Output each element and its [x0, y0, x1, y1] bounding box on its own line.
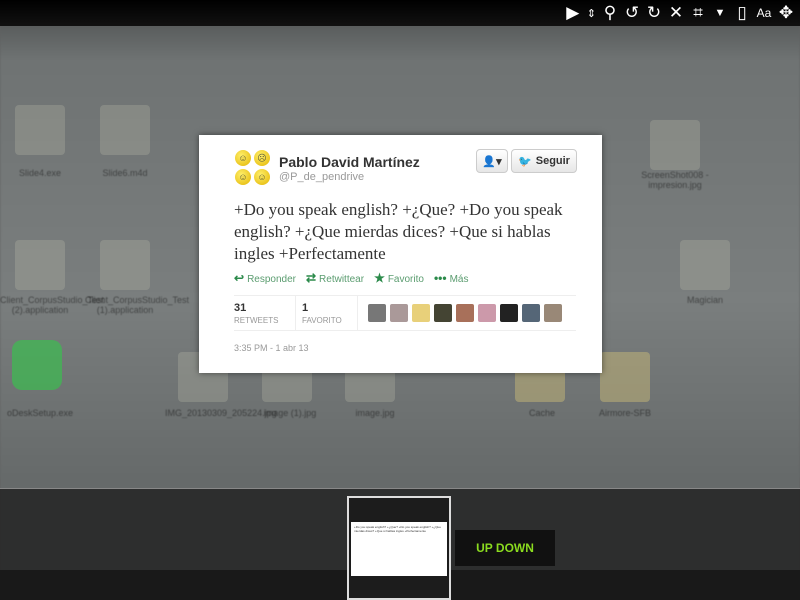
zoom-arrows-icon[interactable]: ⇕ [587, 7, 596, 20]
user-avatar[interactable] [434, 304, 452, 322]
user-actions-button[interactable]: 👤▾ [476, 149, 508, 173]
favorite-action[interactable]: ★ Favorito [374, 271, 424, 285]
user-avatar[interactable] [544, 304, 562, 322]
more-label: Más [449, 274, 469, 285]
file-label: image.jpg [355, 408, 395, 418]
folder-icon [600, 352, 650, 402]
file-label: image (1).jpg [263, 408, 317, 418]
file-label: Client_CorpusStudio_Test (1).application [85, 295, 190, 315]
close-icon[interactable]: ✕ [668, 3, 684, 23]
dropdown-icon[interactable]: ▼ [712, 7, 728, 19]
twitter-bird-icon: 🐦 [518, 155, 532, 168]
favorites-label: FAVORITO [302, 316, 342, 325]
file-icon [15, 105, 65, 155]
file-icon [650, 120, 700, 170]
file-icon [680, 240, 730, 290]
file-icon [100, 105, 150, 155]
retweets-count: 31 [234, 302, 247, 314]
thumbnail-preview: +Do you speak english? +¿Que? +Do you sp… [351, 522, 447, 576]
file-icon [100, 240, 150, 290]
tweet-stats: 31 RETWEETS 1 FAVORITO [234, 295, 576, 331]
tweet-card: ☺ ☹ ☺ ☺ Pablo David Martínez @P_de_pendrive… [199, 135, 602, 373]
updown-logo: UP DOWN [476, 541, 534, 555]
play-icon[interactable]: ▶ [565, 3, 581, 23]
user-avatar[interactable] [390, 304, 408, 322]
favorite-label: Favorito [387, 274, 424, 285]
move-icon[interactable]: ✥ [778, 3, 794, 23]
more-action[interactable]: ••• Más [434, 271, 469, 285]
rotate-right-icon[interactable]: ↻ [646, 3, 662, 23]
reply-label: Responder [247, 274, 296, 285]
tweet-text: +Do you speak english? +¿Que? +Do you sp… [234, 200, 563, 263]
star-icon: ★ [374, 271, 385, 285]
thumbnail-current[interactable]: +Do you speak english? +¿Que? +Do you sp… [347, 496, 451, 600]
reply-icon: ↩ [234, 271, 245, 285]
file-icon [15, 240, 65, 290]
file-label: Slide6.m4d [102, 168, 148, 178]
retweet-action[interactable]: ⇄ Retwittear [306, 271, 364, 285]
tweet-timestamp: 3:35 PM - 1 abr 13 [234, 343, 309, 353]
file-label: Airmore-SFB [598, 408, 651, 418]
user-avatar[interactable] [412, 304, 430, 322]
user-avatar[interactable] [500, 304, 518, 322]
tweet-author-handle: @P_de_pendrive [279, 171, 365, 183]
file-label: IMG_20130309_205224.jpg [165, 408, 277, 418]
follow-label: Seguir [535, 155, 570, 167]
favorites-stat[interactable]: 1 FAVORITO [296, 296, 358, 330]
retweets-label: RETWEETS [234, 316, 279, 325]
file-label: Slide4.exe [18, 168, 62, 178]
favorites-count: 1 [302, 302, 309, 314]
text-size-icon[interactable]: Aa [756, 6, 772, 20]
crop-icon[interactable]: ⌗ [690, 3, 706, 23]
rotate-left-icon[interactable]: ↺ [624, 3, 640, 23]
file-label: Magician [686, 295, 724, 305]
retweet-icon: ⇄ [305, 271, 317, 285]
tweet-actions: ↩ Responder ⇄ Retwittear ★ Favorito ••• Más [234, 271, 468, 285]
follow-button[interactable]: 🐦 Seguir [511, 149, 577, 173]
user-avatar[interactable] [478, 304, 496, 322]
retweets-stat[interactable]: 31 RETWEETS [234, 296, 296, 330]
tweet-author-name: Pablo David Martínez [279, 154, 420, 170]
user-avatar[interactable] [456, 304, 474, 322]
viewer-toolbar: ▶ ⇕ ⚲ ↺ ↻ ✕ ⌗ ▼ ▯ Aa ✥ [0, 0, 800, 26]
thumbnail-next[interactable]: UP DOWN [455, 530, 555, 566]
file-label: ScreenShot008 - impresion.jpg [641, 170, 709, 190]
retweet-label: Retwittear [319, 274, 365, 285]
file-label: Client_CorpusStudio_Test (2).application [0, 295, 105, 315]
avatar: ☺ ☹ ☺ ☺ [235, 150, 271, 186]
retweeter-avatars [358, 296, 562, 330]
document-icon[interactable]: ▯ [734, 3, 750, 23]
thumbnail-text: +Do you speak english? +¿Que? +Do you sp… [354, 525, 441, 533]
file-label: Cache [528, 408, 555, 418]
file-label: oDeskSetup.exe [6, 408, 74, 418]
reply-action[interactable]: ↩ Responder [234, 271, 296, 285]
odesk-icon [12, 340, 62, 390]
magnifier-icon[interactable]: ⚲ [602, 3, 618, 23]
more-icon: ••• [433, 271, 447, 285]
user-avatar[interactable] [368, 304, 386, 322]
user-icon: 👤▾ [482, 155, 502, 168]
user-avatar[interactable] [522, 304, 540, 322]
